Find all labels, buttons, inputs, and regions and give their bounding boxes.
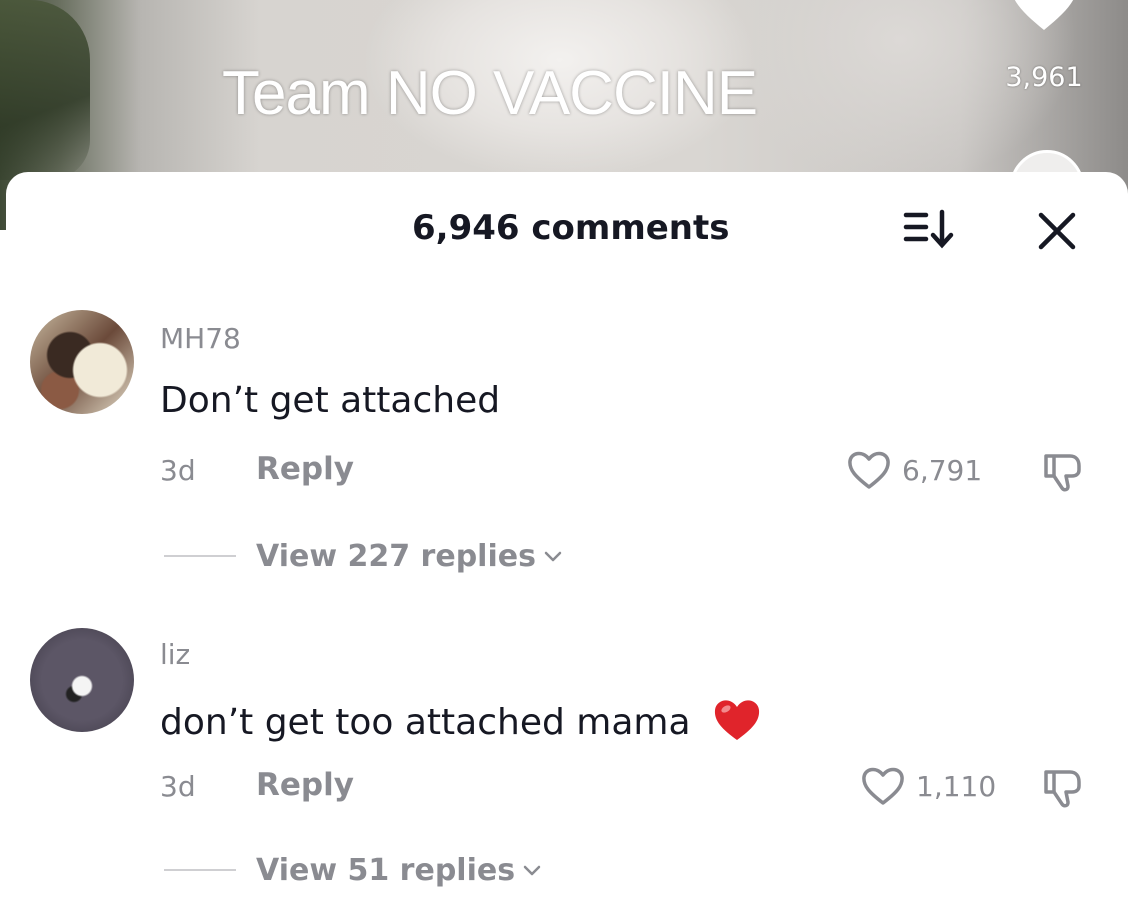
view-replies-button[interactable]: View 227 replies (164, 536, 564, 576)
red-heart-emoji-icon (714, 700, 760, 740)
side-heart-icon[interactable] (1004, 0, 1084, 32)
like-button[interactable]: 1,110 (860, 764, 996, 808)
comment-text-row: don’t get too attached mama (160, 696, 762, 743)
comment-timestamp: 3d (160, 454, 196, 487)
heart-outline-icon (848, 451, 890, 489)
comment-timestamp: 3d (160, 770, 196, 803)
comment-username[interactable]: liz (160, 638, 190, 671)
view-replies-label: View 51 replies (256, 852, 516, 888)
reply-button[interactable]: Reply (256, 767, 354, 803)
close-icon[interactable] (1034, 208, 1080, 254)
comment-text: Don’t get attached (160, 380, 501, 421)
chevron-down-icon (523, 865, 541, 876)
heart-outline-icon (862, 767, 904, 805)
like-count: 6,791 (902, 453, 983, 487)
reply-button[interactable]: Reply (256, 451, 354, 487)
comment-username[interactable]: MH78 (160, 322, 241, 355)
avatar[interactable] (30, 628, 134, 732)
video-caption: Team NO VACCINE (222, 59, 758, 128)
like-count: 1,110 (916, 769, 997, 803)
like-button[interactable]: 6,791 (846, 448, 982, 492)
dislike-icon[interactable] (1040, 448, 1086, 494)
comments-count-title: 6,946 comments (412, 208, 730, 248)
side-like-count: 3,961 (1005, 62, 1083, 93)
comment-text: don’t get too attached mama (160, 702, 691, 743)
view-replies-button[interactable]: View 51 replies (164, 850, 543, 890)
avatar[interactable] (30, 310, 134, 414)
dislike-icon[interactable] (1040, 764, 1086, 810)
sort-icon[interactable] (902, 208, 958, 250)
view-replies-label: View 227 replies (256, 538, 536, 574)
chevron-down-icon (544, 551, 562, 562)
replies-divider (164, 869, 236, 871)
plant-leaf (0, 0, 90, 180)
replies-divider (164, 555, 236, 557)
